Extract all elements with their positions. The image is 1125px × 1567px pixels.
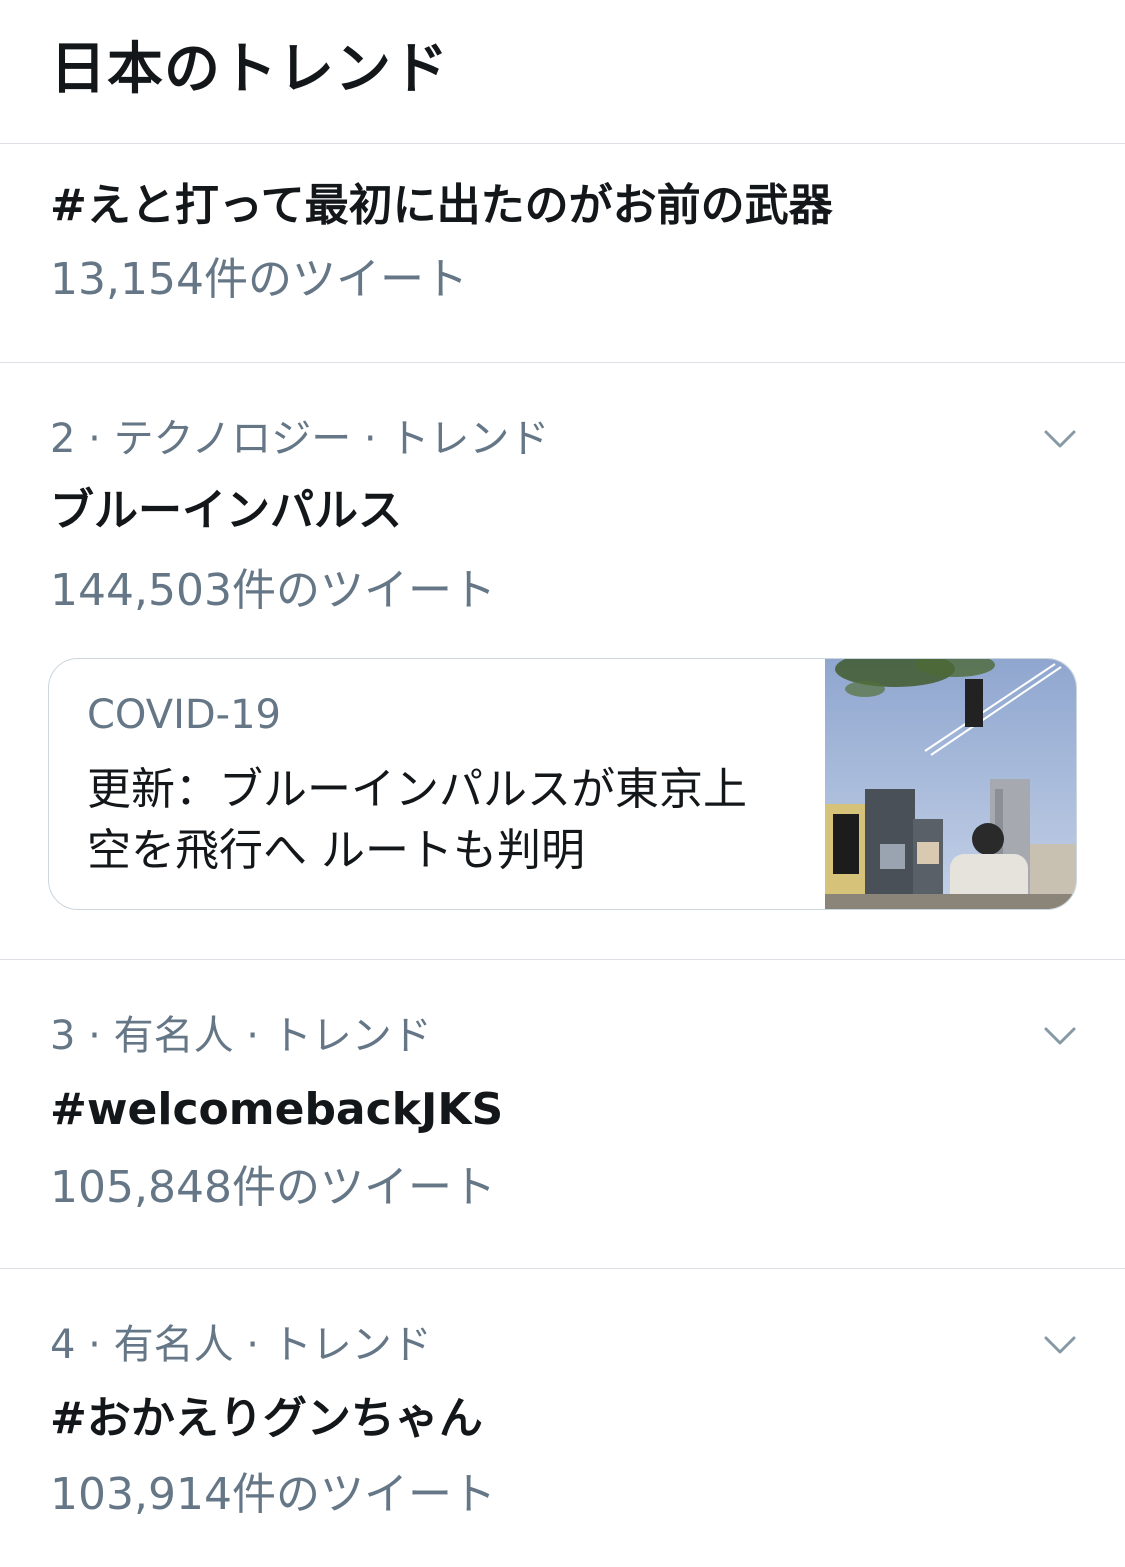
trend-item-4[interactable]: 4 · 有名人 · トレンド #おかえりグンちゃん 103,914件のツイート bbox=[0, 1269, 1125, 1567]
chevron-down-icon[interactable] bbox=[1040, 419, 1080, 459]
chevron-down-icon[interactable] bbox=[1040, 1325, 1080, 1365]
trend-tweet-count: 105,848件のツイート bbox=[50, 1162, 496, 1213]
header-bar: 日本のトレンド bbox=[0, 0, 1125, 144]
trend-meta: 3 · 有名人 · トレンド bbox=[50, 1013, 432, 1059]
trend-tweet-count: 13,154件のツイート bbox=[50, 254, 468, 305]
trend-meta: 4 · 有名人 · トレンド bbox=[50, 1322, 432, 1368]
trend-item-3[interactable]: 3 · 有名人 · トレンド #welcomebackJKS 105,848件の… bbox=[0, 960, 1125, 1268]
trend-name: ブルーインパルス bbox=[50, 485, 402, 536]
news-card[interactable]: COVID-19 更新：ブルーインパルスが東京上空を飛行へ ルートも判明 bbox=[48, 658, 1077, 910]
news-category: COVID-19 bbox=[87, 692, 282, 738]
trend-name: #えと打って最初に出たのがお前の武器 bbox=[50, 180, 833, 231]
trend-name: #おかえりグンちゃん bbox=[50, 1393, 483, 1444]
trend-meta: 2 · テクノロジー · トレンド bbox=[50, 416, 550, 462]
page-title: 日本のトレンド bbox=[50, 37, 449, 102]
chevron-down-icon[interactable] bbox=[1040, 1016, 1080, 1056]
trend-tweet-count: 103,914件のツイート bbox=[50, 1469, 496, 1520]
photo-thumbnail bbox=[825, 659, 1076, 909]
trend-tweet-count: 144,503件のツイート bbox=[50, 565, 496, 616]
trend-name: #welcomebackJKS bbox=[50, 1084, 504, 1135]
news-headline: 更新：ブルーインパルスが東京上空を飛行へ ルートも判明 bbox=[87, 764, 747, 876]
